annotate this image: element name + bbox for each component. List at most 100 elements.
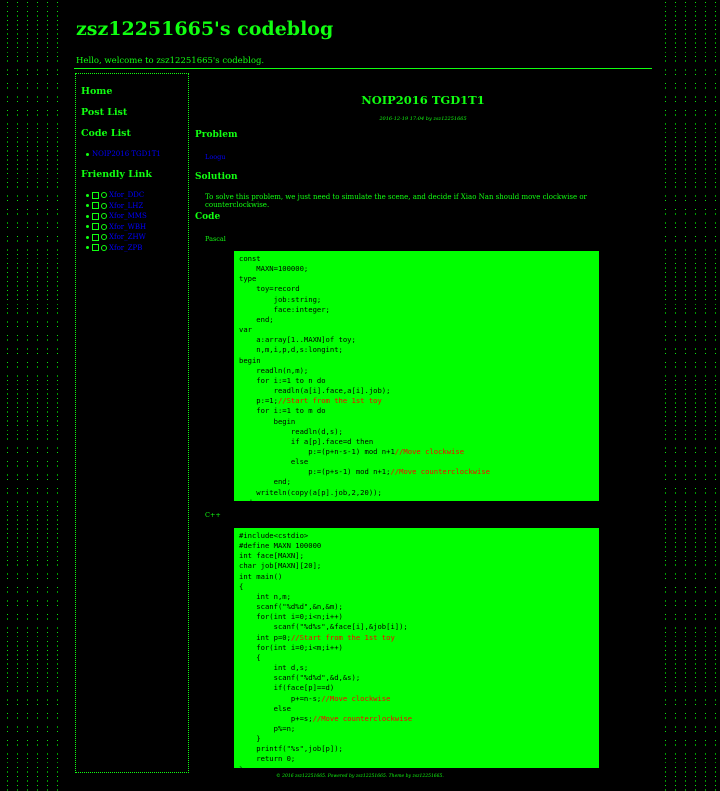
solution-text: To solve this problem, we just need to s… bbox=[205, 193, 587, 209]
cpp-code-block[interactable]: #include<cstdio> #define MAXN 100000 int… bbox=[234, 528, 599, 768]
code-list-item[interactable]: NOIP2016 TGD1T1 bbox=[86, 149, 161, 160]
code-text: printf("%s",job[p]); bbox=[239, 744, 343, 754]
code-text: a:array[1..MAXN]of toy; bbox=[239, 335, 356, 345]
friend-link-item[interactable]: Xfor_DDC bbox=[86, 190, 147, 201]
friend-link[interactable]: Xfor_WBH bbox=[109, 223, 146, 231]
code-text: for i:=1 to n do bbox=[239, 375, 326, 385]
site-title[interactable]: zsz12251665's codeblog bbox=[76, 18, 652, 40]
bullet-icon bbox=[86, 246, 89, 249]
code-text: end; bbox=[239, 477, 291, 487]
code-text: #include<cstdio> bbox=[239, 531, 309, 540]
code-line: return 0; bbox=[239, 754, 295, 763]
code-line: else bbox=[239, 704, 291, 713]
cpp-label: C++ bbox=[205, 511, 221, 519]
problem-heading: Problem bbox=[195, 130, 238, 140]
code-line: int n,m; bbox=[239, 592, 291, 601]
code-line: p:=(p+n-s-1) mod n+1//Move clockwise bbox=[239, 447, 464, 456]
friend-link-item[interactable]: Xfor_MMS bbox=[86, 211, 147, 222]
code-line: if a[p].face=d then bbox=[239, 437, 373, 446]
code-text: job:string; bbox=[239, 294, 322, 304]
box-icon bbox=[92, 191, 99, 199]
code-line: if(face[p]==d) bbox=[239, 683, 335, 693]
problem-link[interactable]: Loogu bbox=[205, 153, 226, 161]
code-line: end. bbox=[239, 498, 256, 501]
post-title[interactable]: NOIP2016 TGD1T1 bbox=[194, 93, 652, 107]
header-divider bbox=[74, 68, 652, 69]
code-line: int main() bbox=[239, 572, 282, 581]
circle-icon bbox=[101, 234, 107, 240]
code-comment: //Move counterclockwise bbox=[390, 467, 490, 477]
code-text: readln(d,s); bbox=[239, 426, 343, 436]
circle-icon bbox=[101, 244, 107, 251]
friend-link-item[interactable]: Xfor_WBH bbox=[86, 222, 147, 233]
code-text: toy=record bbox=[239, 284, 300, 294]
circle-icon bbox=[101, 213, 107, 219]
post-content: NOIP2016 TGD1T1 2016-12-19 17:04 by zsz1… bbox=[194, 73, 652, 768]
code-text: type bbox=[239, 274, 257, 284]
sidebar-home-link[interactable]: Home bbox=[81, 86, 112, 97]
code-text: writeln(copy(a[p].job,2,20)); bbox=[239, 487, 382, 497]
page-container: zsz12251665's codeblog Hello, welcome to… bbox=[68, 0, 652, 791]
code-text: if a[p].face=d then bbox=[239, 436, 374, 446]
code-comment: //Move counterclockwise bbox=[312, 713, 413, 723]
code-line: begin bbox=[239, 356, 261, 365]
code-line: begin bbox=[239, 417, 296, 426]
sidebar-post-list-link[interactable]: Post List bbox=[81, 107, 127, 118]
matrix-background-right bbox=[658, 0, 720, 791]
code-comment: //Start from the 1st toy bbox=[277, 396, 382, 406]
friend-link[interactable]: Xfor_LHZ bbox=[109, 202, 143, 210]
box-icon bbox=[92, 244, 99, 251]
code-list-link[interactable]: NOIP2016 TGD1T1 bbox=[92, 150, 161, 158]
code-line: toy=record bbox=[239, 284, 300, 294]
code-text: } bbox=[239, 734, 261, 744]
code-line: { bbox=[239, 653, 260, 662]
box-icon bbox=[92, 233, 99, 241]
code-line: scanf("%d%d",&d,&s); bbox=[239, 673, 361, 682]
bullet-icon bbox=[86, 193, 89, 197]
code-line: job:string; bbox=[239, 294, 322, 304]
friend-link-item[interactable]: Xfor_ZPB bbox=[86, 243, 147, 254]
code-line: readln(n,m); bbox=[239, 366, 308, 375]
box-icon bbox=[92, 202, 99, 209]
code-text: p:=1; bbox=[239, 396, 278, 406]
bullet-icon bbox=[86, 152, 89, 156]
friend-link-item[interactable]: Xfor_ZHW bbox=[86, 232, 147, 243]
code-line: scanf("%d%s",&face[i],&job[i]); bbox=[239, 622, 408, 631]
sidebar: Home Post List Code List NOIP2016 TGD1T1… bbox=[75, 73, 189, 773]
code-line: #include<cstdio> bbox=[239, 531, 308, 540]
code-text: p+=n-s; bbox=[239, 693, 322, 703]
code-text: int n,m; bbox=[239, 591, 291, 601]
friend-link[interactable]: Xfor_DDC bbox=[109, 191, 144, 199]
friend-link[interactable]: Xfor_MMS bbox=[109, 212, 147, 220]
box-icon bbox=[92, 212, 99, 220]
code-text: p+=s; bbox=[239, 713, 313, 723]
code-text: readln(n,m); bbox=[239, 365, 309, 375]
solution-heading: Solution bbox=[195, 172, 238, 182]
code-line: p+=s;//Move counterclockwise bbox=[239, 714, 412, 723]
code-text: scanf("%d%s",&face[i],&job[i]); bbox=[239, 622, 408, 632]
code-text: int main() bbox=[239, 571, 283, 581]
code-line: } bbox=[239, 734, 261, 744]
code-line: #define MAXN 100000 bbox=[239, 541, 321, 550]
code-list: NOIP2016 TGD1T1 bbox=[86, 149, 161, 160]
code-text: const bbox=[239, 254, 261, 263]
code-text: else bbox=[239, 457, 309, 467]
code-text: if(face[p]==d) bbox=[239, 683, 335, 693]
code-text: var bbox=[239, 325, 252, 335]
code-text: face:integer; bbox=[239, 304, 330, 314]
code-text: MAXN=100000; bbox=[239, 264, 309, 274]
code-line: int d,s; bbox=[239, 663, 309, 672]
friend-link[interactable]: Xfor_ZPB bbox=[109, 244, 142, 252]
circle-icon bbox=[101, 202, 107, 209]
code-text: readln(a[i].face,a[i].job); bbox=[239, 386, 391, 396]
code-text: else bbox=[239, 703, 291, 713]
friend-link[interactable]: Xfor_ZHW bbox=[109, 233, 146, 241]
code-line: writeln(copy(a[p].job,2,20)); bbox=[239, 488, 382, 497]
code-line: } bbox=[239, 765, 243, 768]
code-line: for i:=1 to m do bbox=[239, 406, 325, 415]
bullet-icon bbox=[86, 214, 89, 218]
friend-link-item[interactable]: Xfor_LHZ bbox=[86, 201, 147, 212]
pascal-label: Pascal bbox=[205, 235, 226, 243]
code-line: for(int i=0;i<m;i++) bbox=[239, 643, 343, 652]
pascal-code-block[interactable]: const MAXN=100000; type toy=record job:s… bbox=[234, 251, 599, 501]
